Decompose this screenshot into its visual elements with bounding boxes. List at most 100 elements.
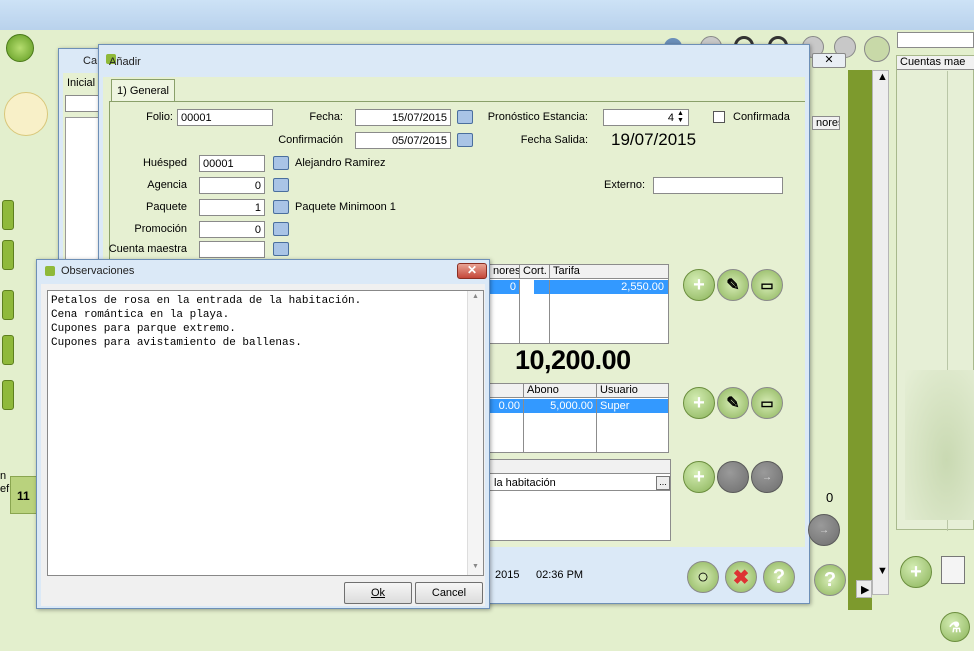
promocion-input[interactable]: 0 — [199, 221, 265, 238]
payments-header-blank — [490, 384, 524, 398]
accept-button[interactable]: ○ — [687, 561, 719, 593]
anadir-title: Añadir — [109, 56, 141, 68]
observations-ellipsis-button[interactable]: ... — [656, 476, 670, 490]
search-guest-icon[interactable] — [273, 156, 289, 170]
side-text-ef: ef — [0, 483, 10, 495]
observaciones-textarea[interactable]: Petalos de rosa en la entrada de la habi… — [47, 290, 484, 576]
ok-button-label: Ok — [370, 587, 386, 599]
add-rate-button[interactable]: + — [683, 269, 715, 301]
payments-cell-amount: 0.00 — [498, 400, 520, 412]
total-amount: 10,200.00 — [515, 345, 631, 375]
search-promotion-icon[interactable] — [273, 222, 289, 236]
observaciones-title: Observaciones — [61, 265, 135, 277]
scroll-up-arrow-icon[interactable]: ▲ — [877, 71, 888, 83]
side-button[interactable] — [2, 290, 14, 320]
side-button[interactable] — [2, 380, 14, 410]
search-agency-icon[interactable] — [273, 178, 289, 192]
rates-col-divider — [519, 280, 520, 344]
scroll-up-arrow-icon[interactable]: ▲ — [472, 293, 479, 300]
huesped-input[interactable]: 00001 — [199, 155, 265, 172]
disabled-right-button[interactable]: → — [808, 514, 840, 546]
huesped-name: Alejandro Ramirez — [295, 157, 386, 169]
cuenta-maestra-input[interactable] — [199, 241, 265, 258]
toolbar-icon[interactable] — [864, 36, 890, 62]
vertical-scrollbar[interactable]: ▶ — [856, 580, 872, 598]
rates-grid: nores Cort. Tarifa 0 2,550.00 — [489, 264, 669, 344]
leaf-decoration — [905, 370, 974, 520]
spinner-arrows-icon[interactable]: ▲ ▼ — [677, 110, 688, 125]
tab-general-label: 1) General — [117, 85, 169, 97]
cuenta-maestra-label: Cuenta maestra — [108, 243, 187, 255]
cancel-x-button[interactable]: ✖ — [725, 561, 757, 593]
add-icon[interactable]: + — [900, 556, 932, 588]
paquete-name: Paquete Minimoon 1 — [295, 201, 396, 213]
rates-cell-cort — [520, 280, 534, 294]
scroll-down-arrow-icon[interactable]: ▼ — [877, 565, 888, 577]
tab-general[interactable]: 1) General — [111, 79, 175, 101]
edit-rate-button[interactable]: ✎ — [717, 269, 749, 301]
observations-row-text[interactable]: la habitación — [494, 477, 556, 489]
folio-label: Folio: — [146, 111, 173, 123]
agencia-input[interactable]: 0 — [199, 177, 265, 194]
calendar-icon[interactable] — [457, 110, 473, 124]
cuentas-header: Cuentas mae — [897, 56, 974, 70]
refresh-icon[interactable] — [6, 34, 34, 62]
add-payment-button[interactable]: + — [683, 387, 715, 419]
side-text-n: n — [0, 470, 7, 482]
document-icon[interactable] — [941, 556, 965, 584]
side-button[interactable] — [2, 200, 14, 230]
side-number: 11 — [17, 489, 30, 503]
confirmacion-input[interactable]: 05/07/2015 — [355, 132, 451, 149]
erase-rate-button[interactable]: ▭ — [751, 269, 783, 301]
cancel-button-label: Cancel — [431, 587, 467, 599]
fecha-salida-label: Fecha Salida: — [520, 134, 588, 146]
observaciones-close-button[interactable]: ✕ — [457, 263, 487, 279]
payments-row[interactable]: 0.00 5,000.00 Super — [490, 399, 668, 413]
folio-input[interactable]: 00001 — [177, 109, 273, 126]
observaciones-dialog: Observaciones ✕ Petalos de rosa en la en… — [36, 259, 490, 609]
fecha-salida-value: 19/07/2015 — [611, 130, 697, 149]
top-search-input[interactable] — [897, 32, 974, 48]
lightbulb-icon — [4, 92, 48, 136]
confirmacion-label: Confirmación — [278, 134, 343, 146]
add-observation-button[interactable]: + — [683, 461, 715, 493]
right-zero-value: 0 — [826, 490, 834, 505]
help-button[interactable]: ? — [763, 561, 795, 593]
textarea-scrollbar[interactable]: ▲ ▼ — [467, 291, 483, 575]
scroll-down-arrow-icon[interactable]: ▼ — [472, 563, 479, 570]
cancel-button[interactable]: Cancel — [415, 582, 483, 604]
calendar-icon[interactable] — [457, 133, 473, 147]
paquete-input[interactable]: 1 — [199, 199, 265, 216]
flask-icon[interactable]: ⚗ — [940, 612, 970, 642]
edit-payment-button[interactable]: ✎ — [717, 387, 749, 419]
rates-row[interactable]: 0 2,550.00 — [490, 280, 668, 294]
externo-input[interactable] — [653, 177, 783, 194]
agencia-label: Agencia — [147, 179, 187, 191]
scroll-right-arrow-icon[interactable]: ▶ — [861, 583, 869, 596]
confirmada-label: Confirmada — [733, 111, 790, 123]
rates-header-cort: Cort. — [520, 265, 550, 279]
rates-cell-tarifa: 2,550.00 — [621, 281, 664, 293]
huesped-label: Huésped — [142, 157, 187, 169]
back-window-title: Ca — [83, 55, 98, 67]
payments-grid: Abono Usuario 0.00 5,000.00 Super — [489, 383, 669, 453]
confirmada-checkbox[interactable] — [713, 111, 725, 123]
disabled-button[interactable]: → — [751, 461, 783, 493]
right-col-header: nores — [812, 116, 840, 130]
help-right-button[interactable]: ? — [814, 564, 846, 596]
vertical-scrollbar[interactable]: ▲ ▼ — [872, 70, 889, 595]
paquete-label: Paquete — [146, 201, 187, 213]
payments-header-usuario: Usuario — [597, 384, 668, 398]
fecha-label: Fecha: — [309, 111, 343, 123]
observations-row-border — [490, 490, 670, 491]
anadir-close-button[interactable]: ✕ — [812, 53, 846, 68]
erase-payment-button[interactable]: ▭ — [751, 387, 783, 419]
side-button[interactable] — [2, 240, 14, 270]
search-account-icon[interactable] — [273, 242, 289, 256]
disabled-button[interactable] — [717, 461, 749, 493]
side-button[interactable] — [2, 335, 14, 365]
search-package-icon[interactable] — [273, 200, 289, 214]
ok-button[interactable]: Ok — [344, 582, 412, 604]
fecha-input[interactable]: 15/07/2015 — [355, 109, 451, 126]
rates-col-divider — [549, 280, 550, 344]
